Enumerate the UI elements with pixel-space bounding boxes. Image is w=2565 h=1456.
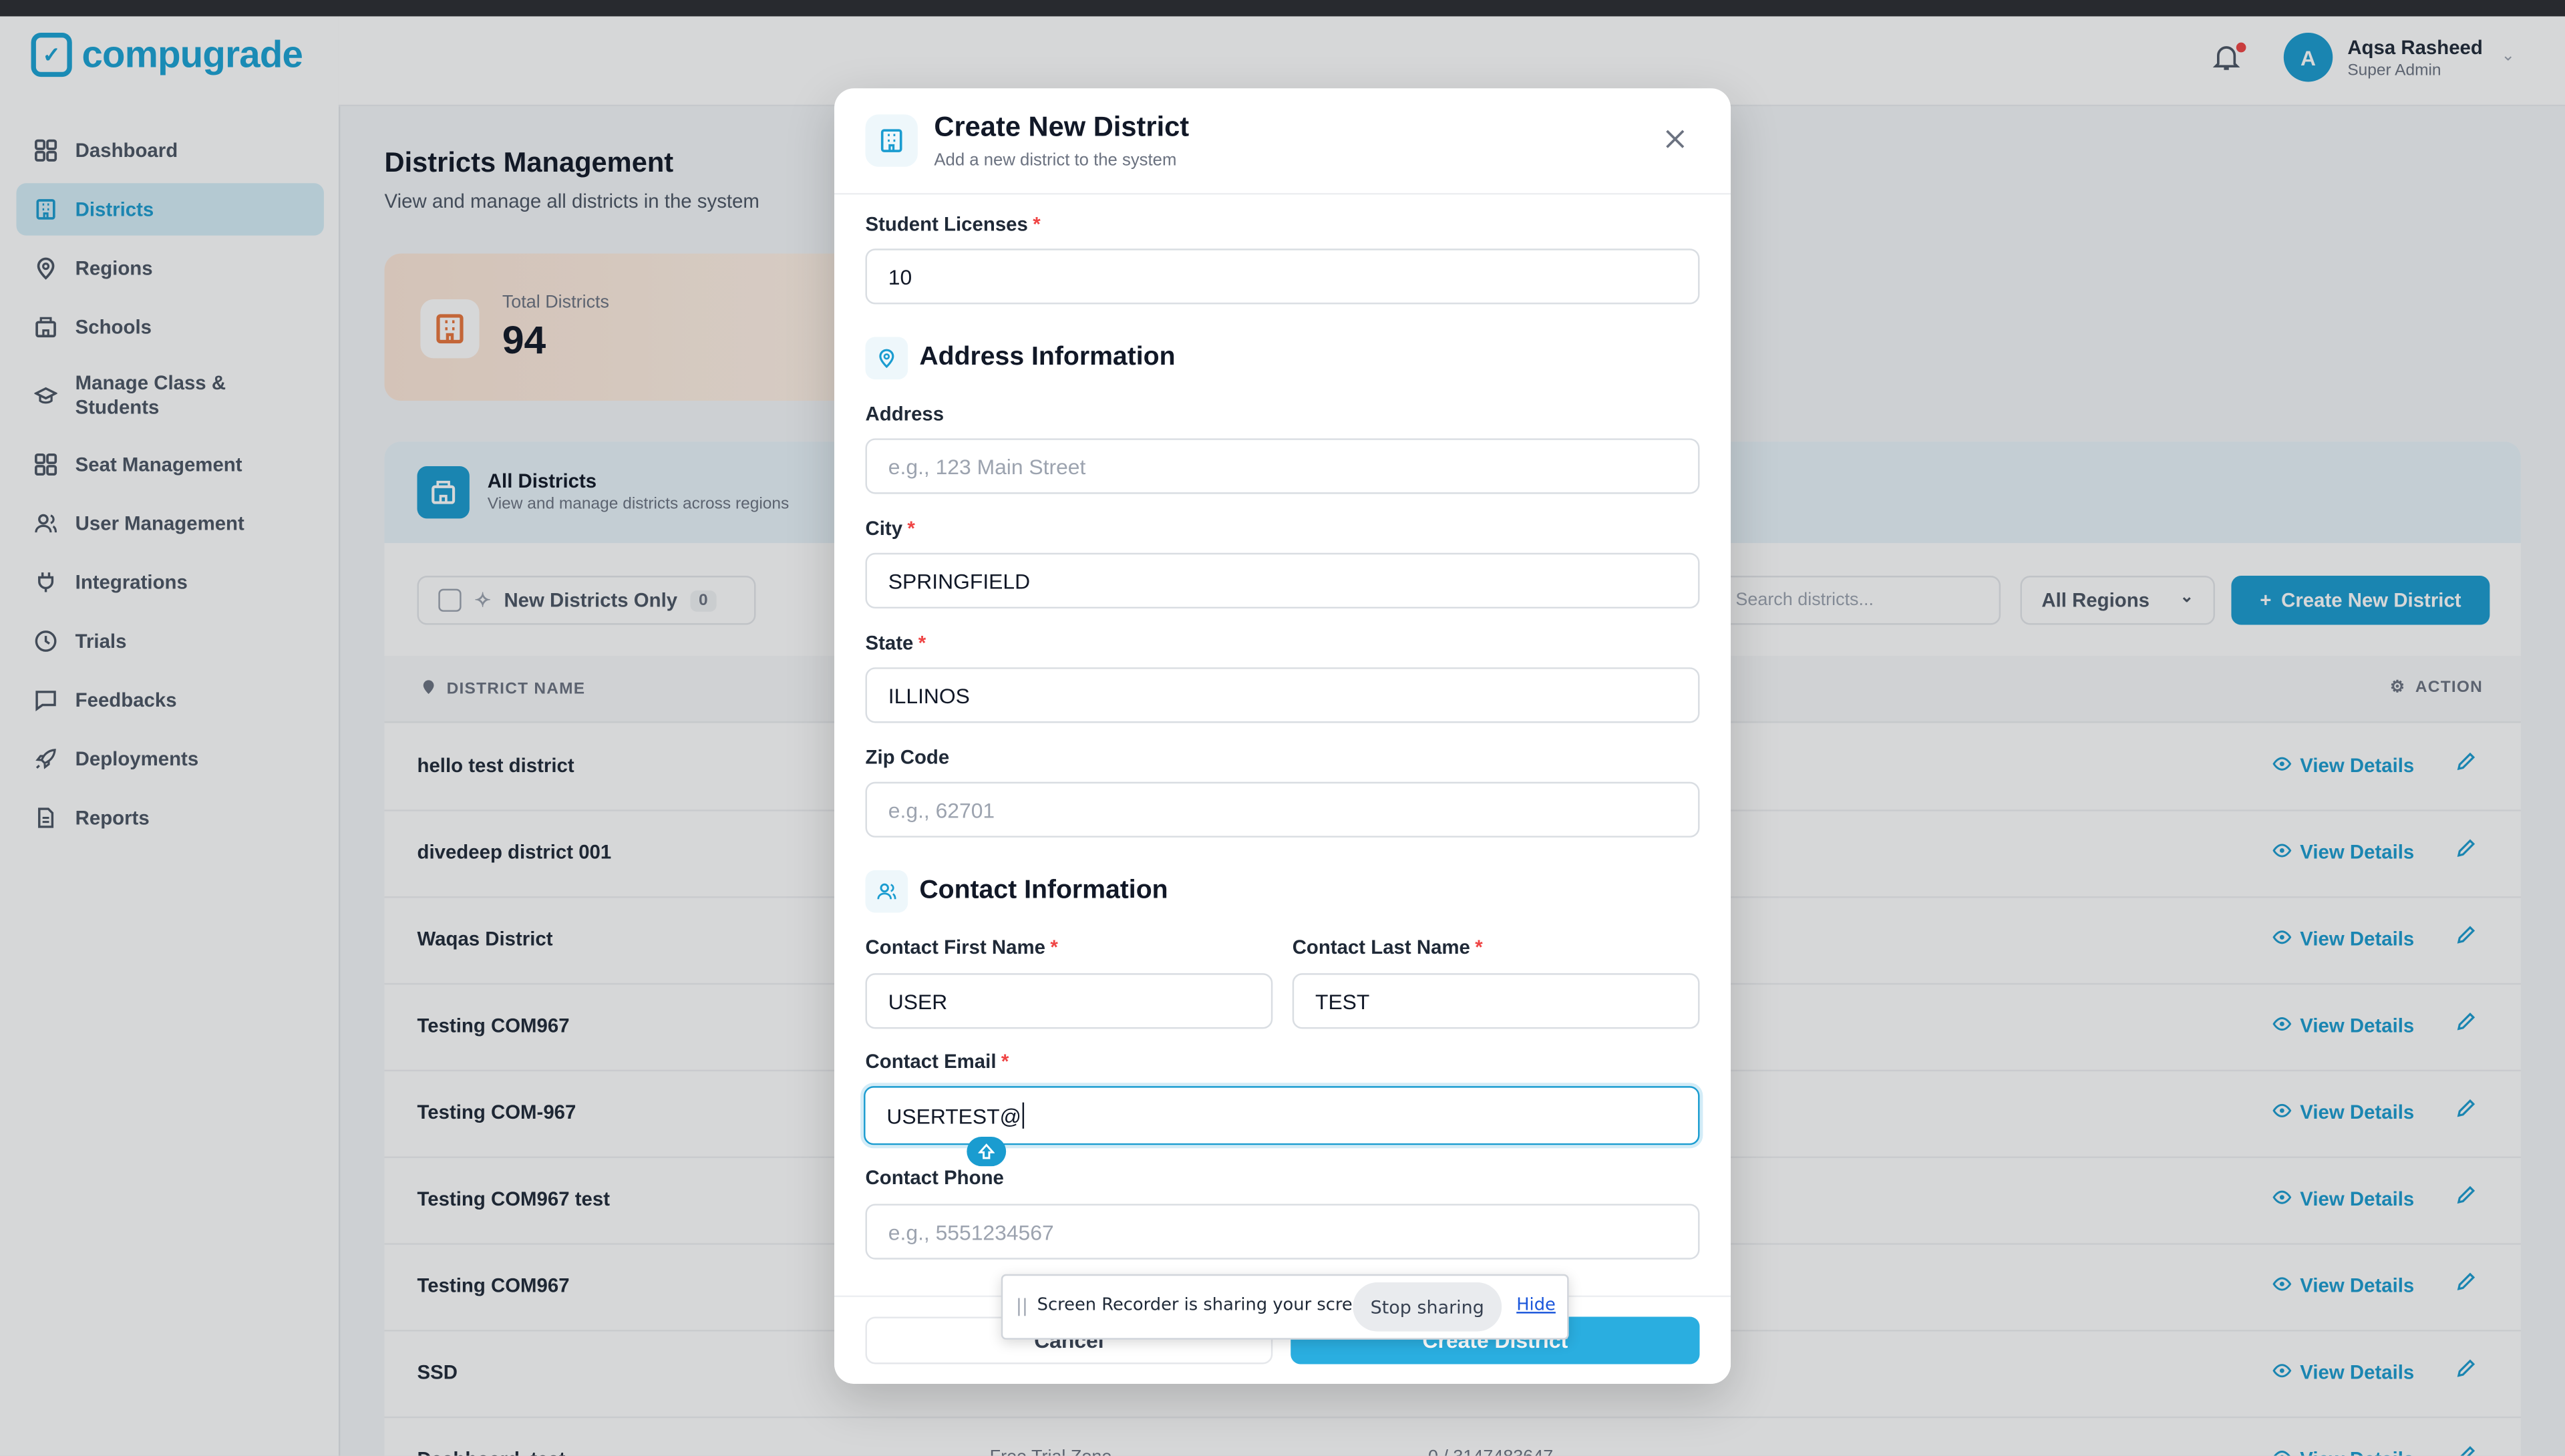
email-value: USERTEST@ <box>886 1103 1021 1128</box>
city-input[interactable]: SPRINGFIELD <box>865 552 1700 609</box>
student-licenses-input[interactable]: 10 <box>865 248 1700 305</box>
contact-phone-label: Contact Phone <box>865 1166 1004 1190</box>
first-name-label: Contact First Name * <box>865 935 1058 959</box>
users-icon <box>865 870 908 913</box>
student-licenses-label: Student Licenses * <box>865 212 1041 236</box>
state-label: State * <box>865 631 926 655</box>
dialog-subtitle: Add a new district to the system <box>934 150 1177 170</box>
contact-section-title: Contact Information <box>919 876 1168 905</box>
dialog-title: Create New District <box>934 111 1190 143</box>
hide-link[interactable]: Hide <box>1516 1296 1556 1315</box>
address-label: Address <box>865 402 945 425</box>
contact-phone-input[interactable]: e.g., 5551234567 <box>865 1204 1700 1260</box>
close-icon[interactable] <box>1661 124 1690 154</box>
text-caret <box>1023 1102 1025 1129</box>
city-label: City * <box>865 516 915 540</box>
contact-email-label: Contact Email * <box>865 1050 1009 1073</box>
address-section-title: Address Information <box>919 343 1176 371</box>
caps-lock-icon <box>967 1137 1007 1167</box>
last-name-input[interactable]: TEST <box>1292 973 1700 1029</box>
dialog-header: Create New District Add a new district t… <box>834 88 1731 195</box>
last-name-label: Contact Last Name * <box>1292 935 1483 959</box>
zip-code-input[interactable]: e.g., 62701 <box>865 781 1700 838</box>
address-input[interactable]: e.g., 123 Main Street <box>865 438 1700 494</box>
share-message: Screen Recorder is sharing your screen. <box>1037 1295 1380 1315</box>
building-icon <box>865 114 918 167</box>
zip-code-label: Zip Code <box>865 745 950 769</box>
drag-handle-icon[interactable]: || <box>1016 1296 1028 1317</box>
map-pin-icon <box>865 337 908 380</box>
state-input[interactable]: ILLINOS <box>865 667 1700 723</box>
stop-sharing-button[interactable]: Stop sharing <box>1353 1282 1502 1332</box>
create-district-dialog: Create New District Add a new district t… <box>834 88 1731 1384</box>
screen-share-notification: || Screen Recorder is sharing your scree… <box>1001 1274 1569 1340</box>
first-name-input[interactable]: USER <box>865 973 1273 1029</box>
